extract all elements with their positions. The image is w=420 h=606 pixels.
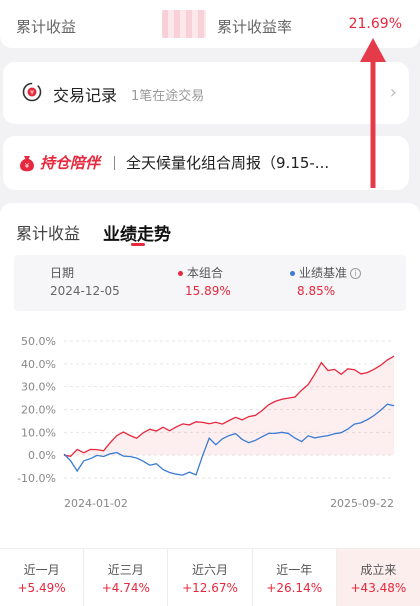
period-value: +43.48% xyxy=(350,581,407,595)
series-b-value: 8.85% xyxy=(297,284,336,298)
trade-record-card[interactable]: ¥ 交易记录 1笔在途交易 › xyxy=(3,62,409,124)
cum-rate-label: 累计收益率 xyxy=(217,18,293,36)
trade-record-icon: ¥ xyxy=(22,82,42,102)
tab-performance-trend[interactable]: 业绩走势 xyxy=(103,220,171,245)
holding-report-card[interactable]: ¥ 持仓陪伴 全天候量化组合周报（9.15-... xyxy=(3,136,409,190)
trade-record-title: 交易记录 xyxy=(53,86,118,105)
period-value: +26.14% xyxy=(266,581,323,595)
trade-record-subtitle: 1笔在途交易 xyxy=(131,89,205,104)
series-b-label: 业绩基准 xyxy=(299,266,348,280)
y-tick-label: 40.0% xyxy=(21,358,56,371)
divider xyxy=(114,156,115,170)
period-selector: 近一月 +5.49% 近三月 +4.74% 近六月 +12.67% 近一年 +26.14… xyxy=(0,548,420,606)
chevron-right-icon: › xyxy=(389,82,397,103)
period-since-inception[interactable]: 成立来 +43.48% xyxy=(336,549,420,606)
summary-card: 累计收益 累计收益率 21.69% xyxy=(0,0,420,48)
y-tick-label: 50.0% xyxy=(21,335,56,348)
performance-card: 累计收益 业绩走势 日期 2024-12-05 本组合 15.89% 业绩基准 i… xyxy=(0,203,420,606)
active-tab-indicator xyxy=(131,243,145,246)
y-tick-label: 0.0% xyxy=(28,449,56,462)
svg-text:¥: ¥ xyxy=(25,162,30,170)
series-b-legend: 业绩基准 i xyxy=(290,264,362,281)
y-tick-label: -10.0% xyxy=(17,472,56,485)
period-label: 近三月 xyxy=(107,563,144,577)
series-a-legend: 本组合 xyxy=(178,264,223,281)
cum-return-label: 累计收益 xyxy=(16,18,77,36)
performance-chart[interactable]: 50.0% 40.0% 30.0% 20.0% 10.0% 0.0% -10.0% 2024-… xyxy=(0,323,420,518)
period-label: 近一月 xyxy=(23,563,60,577)
masked-value xyxy=(162,10,206,38)
period-value: +4.74% xyxy=(101,581,150,595)
period-label: 近六月 xyxy=(192,563,229,577)
x-tick-label: 2025-09-22 xyxy=(330,497,394,510)
period-label: 近一年 xyxy=(276,563,313,577)
period-label: 成立来 xyxy=(360,563,397,577)
series-a-value: 15.89% xyxy=(185,284,231,298)
date-value: 2024-12-05 xyxy=(50,284,120,298)
cum-rate-value: 21.69% xyxy=(348,16,402,32)
blue-dot-icon xyxy=(290,271,295,276)
svg-text:¥: ¥ xyxy=(30,90,34,97)
tooltip-info-panel: 日期 2024-12-05 本组合 15.89% 业绩基准 i 8.85% xyxy=(14,255,406,311)
period-3m[interactable]: 近三月 +4.74% xyxy=(84,549,169,606)
period-value: +5.49% xyxy=(17,581,66,595)
period-1m[interactable]: 近一月 +5.49% xyxy=(0,549,85,606)
report-logo: 持仓陪伴 xyxy=(40,154,101,172)
tab-cum-return[interactable]: 累计收益 xyxy=(16,220,80,244)
x-tick-label: 2024-01-02 xyxy=(64,497,128,510)
report-title[interactable]: 全天候量化组合周报（9.15-... xyxy=(126,152,329,173)
period-1y[interactable]: 近一年 +26.14% xyxy=(253,549,337,606)
y-tick-label: 20.0% xyxy=(21,404,56,417)
date-label: 日期 xyxy=(50,266,75,280)
series-a-label: 本组合 xyxy=(187,266,224,280)
period-6m[interactable]: 近六月 +12.67% xyxy=(168,549,253,606)
money-bag-icon: ¥ xyxy=(20,156,34,172)
red-dot-icon xyxy=(178,271,183,276)
y-tick-label: 30.0% xyxy=(21,381,56,394)
info-icon[interactable]: i xyxy=(350,268,362,279)
y-tick-label: 10.0% xyxy=(21,426,56,439)
period-value: +12.67% xyxy=(182,581,238,595)
